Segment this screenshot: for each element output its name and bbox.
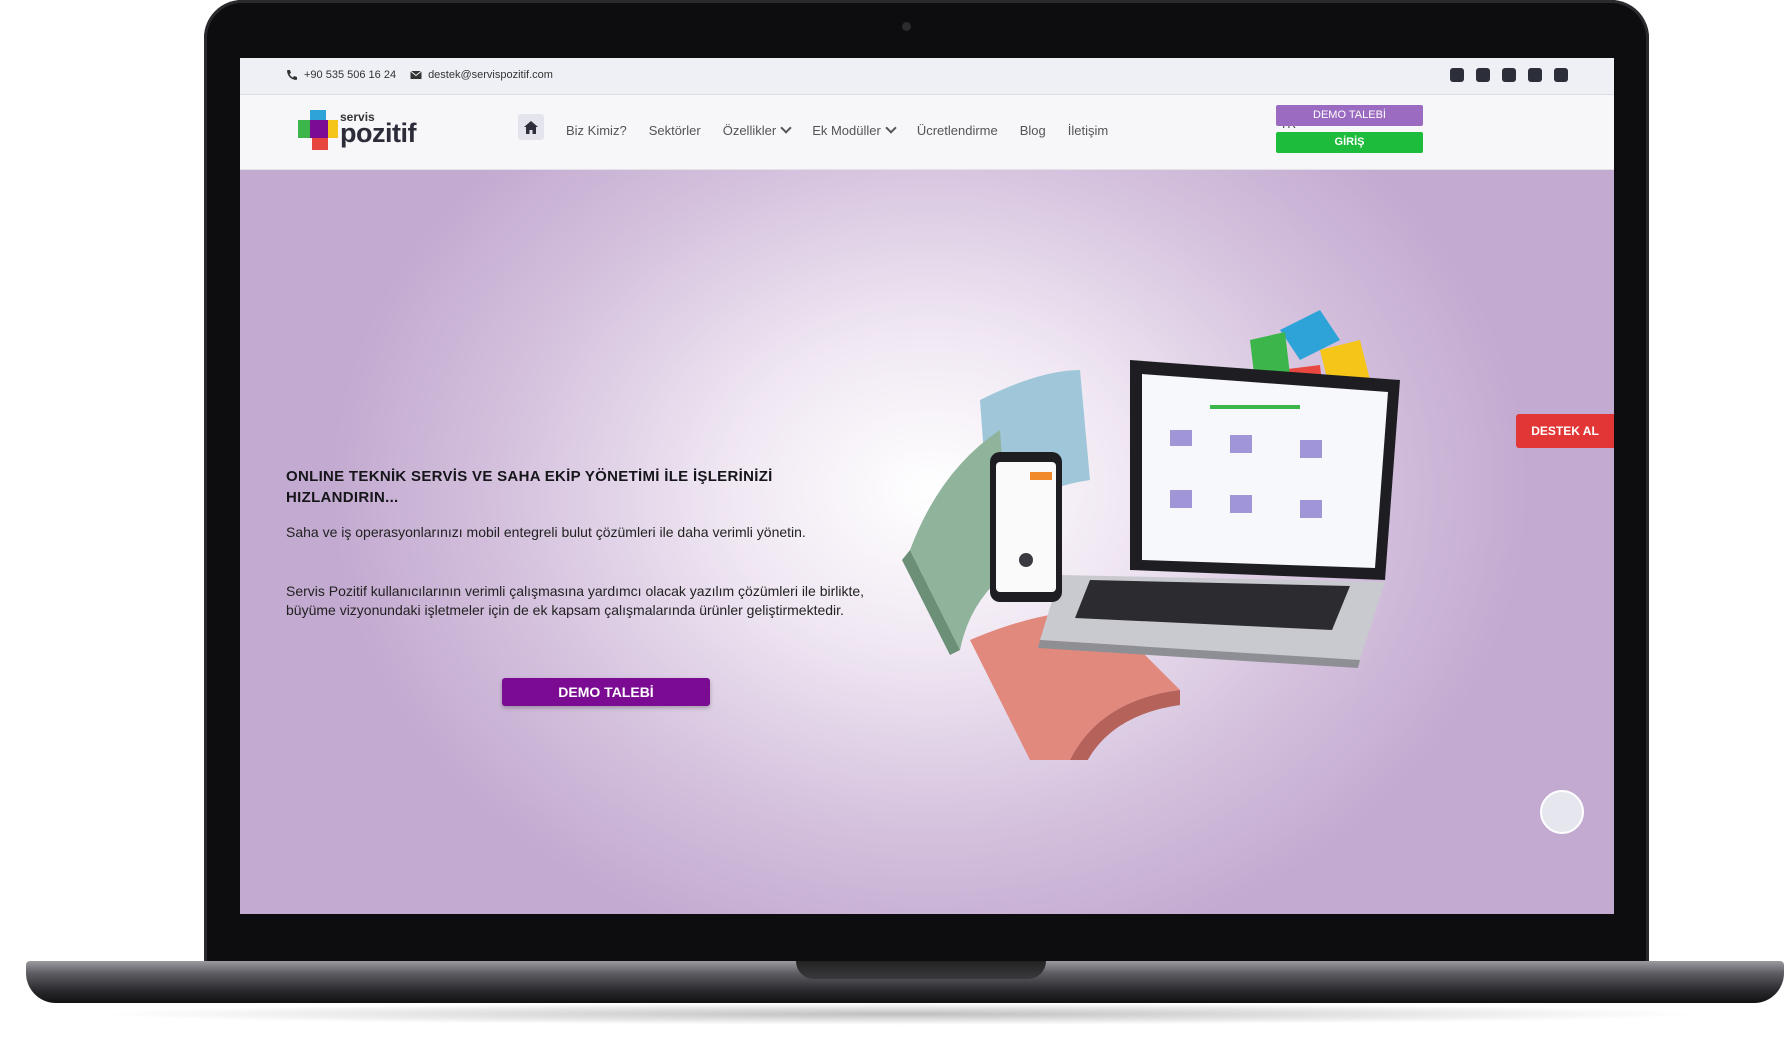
mail-icon (410, 70, 422, 79)
nav-item-biz-kimiz[interactable]: Biz Kimiz? (566, 123, 627, 138)
contact-info: +90 535 506 16 24 destek@servispozitif.c… (286, 69, 553, 81)
home-icon (524, 120, 538, 134)
logo-text-big: pozitif (340, 118, 416, 148)
chevron-down-icon (885, 121, 897, 134)
laptop-hinge-notch (796, 961, 1046, 979)
chevron-down-icon (780, 121, 792, 134)
logo-mark-icon (298, 110, 338, 150)
hero-paragraph-1: Saha ve iş operasyonlarınızı mobil enteg… (286, 524, 806, 540)
email-address: destek@servispozitif.com (428, 69, 553, 81)
social-links (1450, 68, 1568, 82)
hero-demo-button[interactable]: DEMO TALEBİ (502, 678, 710, 706)
laptop-shadow (90, 1003, 1710, 1025)
chat-widget-button[interactable] (1540, 790, 1584, 834)
hero-section: ONLINE TEKNİK SERVİS VE SAHA EKİP YÖNETİ… (240, 170, 1614, 914)
nav-item-ozellikler[interactable]: Özellikler (722, 121, 792, 138)
nav-item-ek-moduller[interactable]: Ek Modüller (812, 121, 897, 138)
nav-item-ucretlendirme[interactable]: Ücretlendirme (917, 123, 998, 138)
login-button[interactable]: GİRİŞ (1276, 132, 1423, 153)
home-button[interactable] (518, 114, 544, 140)
hero-headline: ONLINE TEKNİK SERVİS VE SAHA EKİP YÖNETİ… (286, 468, 773, 506)
phone-icon (287, 70, 297, 80)
email-link[interactable]: destek@servispozitif.com (410, 69, 553, 81)
facebook-icon[interactable] (1450, 68, 1464, 82)
site-logo[interactable]: servis pozitif (296, 106, 416, 150)
laptop-screen: +90 535 506 16 24 destek@servispozitif.c… (240, 58, 1614, 914)
hero-paragraph-2: Servis Pozitif kullanıcılarının verimli … (286, 583, 865, 618)
youtube-icon[interactable] (1528, 68, 1542, 82)
nav-item-sektorler[interactable]: Sektörler (649, 123, 701, 138)
nav-item-iletisim[interactable]: İletişim (1068, 123, 1108, 138)
instagram-icon[interactable] (1476, 68, 1490, 82)
twitter-icon[interactable] (1502, 68, 1516, 82)
laptop-camera (902, 22, 911, 31)
phone-number: +90 535 506 16 24 (304, 69, 397, 81)
nav-item-ek-moduller-label: Ek Modüller (812, 122, 881, 138)
nav-item-blog[interactable]: Blog (1020, 123, 1046, 138)
main-navigation: servis pozitif Biz Kimiz? Sektörler Özel… (240, 95, 1614, 170)
phone-link[interactable]: +90 535 506 16 24 (286, 69, 396, 81)
top-contact-bar: +90 535 506 16 24 destek@servispozitif.c… (240, 58, 1614, 95)
demo-request-button[interactable]: DEMO TALEBİ (1276, 105, 1423, 126)
nav-menu: Biz Kimiz? Sektörler Özellikler Ek Modül… (518, 114, 1108, 140)
nav-item-ozellikler-label: Özellikler (722, 122, 777, 138)
support-tab-button[interactable]: DESTEK AL (1516, 414, 1614, 448)
hero-illustration (902, 310, 1400, 760)
logo-wordmark: servis pozitif (296, 106, 416, 150)
linkedin-icon[interactable] (1554, 68, 1568, 82)
